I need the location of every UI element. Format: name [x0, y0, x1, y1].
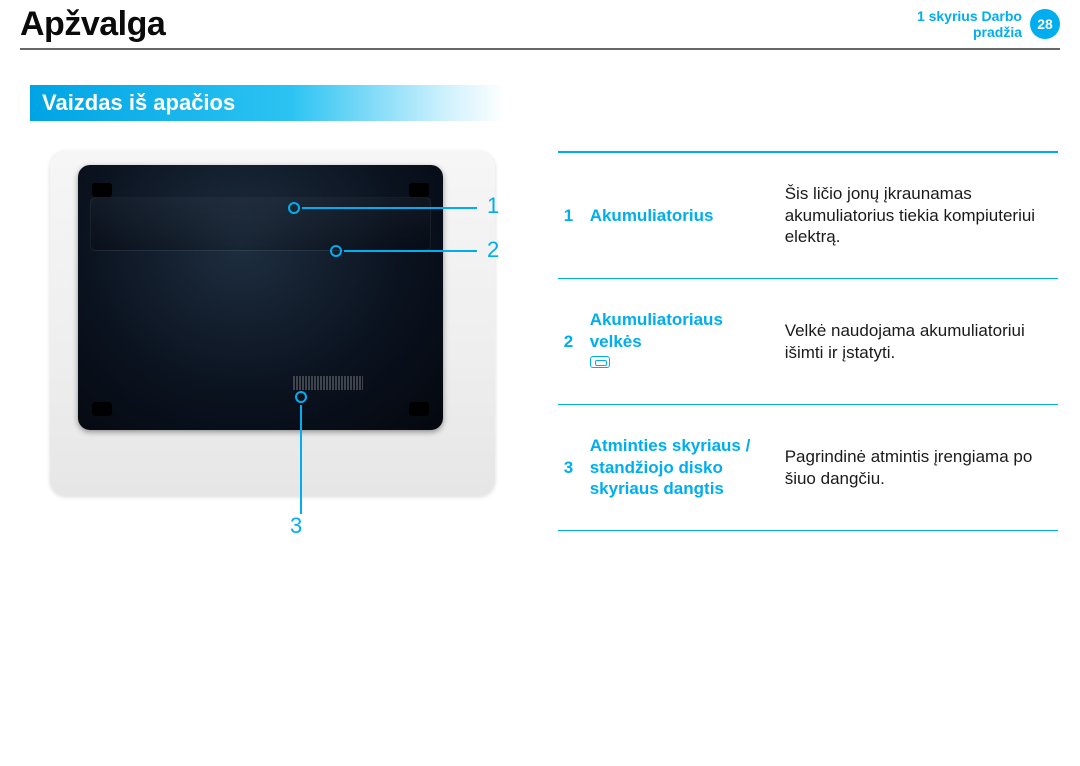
table-row: 2 Akumuliatoriaus velkės Velkė naudojama…	[558, 279, 1058, 405]
row-term: Akumuliatorius	[584, 152, 779, 279]
chapter-line2: pradžia	[973, 24, 1022, 40]
callout-label-2: 2	[487, 237, 499, 263]
row-desc: Velkė naudojama akumuliatoriui išimti ir…	[779, 279, 1058, 405]
content-row: 1 2 3 1 Akumuliatorius Šis ličio jonų įk…	[0, 141, 1080, 531]
callout-dot-icon	[295, 391, 307, 403]
row-desc: Pagrindinė atmintis įrengiama po šiuo da…	[779, 405, 1058, 531]
callout-line-icon	[300, 405, 302, 514]
table-row: 1 Akumuliatorius Šis ličio jonų įkraunam…	[558, 152, 1058, 279]
page-header: Apžvalga 1 skyrius Darbo pradžia 28	[20, 0, 1060, 50]
callout-label-3: 3	[290, 513, 302, 539]
rubber-foot-icon	[409, 183, 429, 197]
chapter-line1: 1 skyrius Darbo	[917, 8, 1022, 24]
page-title: Apžvalga	[20, 5, 165, 44]
row-number: 3	[558, 405, 584, 531]
laptop-bottom-illustration	[78, 165, 443, 430]
row-number: 2	[558, 279, 584, 405]
chapter-label: 1 skyrius Darbo pradžia	[917, 8, 1022, 40]
callout-dot-icon	[330, 245, 342, 257]
rubber-foot-icon	[409, 402, 429, 416]
row-desc: Šis ličio jonų įkraunamas akumuliatorius…	[779, 152, 1058, 279]
rubber-foot-icon	[92, 183, 112, 197]
row-number: 1	[558, 152, 584, 279]
battery-latch-icon	[590, 356, 610, 368]
callout-line-icon	[344, 250, 477, 252]
callout-line-icon	[302, 207, 477, 209]
page-number-badge: 28	[1030, 9, 1060, 39]
rubber-foot-icon	[92, 402, 112, 416]
barcode-icon	[293, 376, 363, 390]
row-term: Atminties skyriaus / standžiojo disko sk…	[584, 405, 779, 531]
section-subheading: Vaizdas iš apačios	[30, 85, 505, 121]
callout-label-1: 1	[487, 193, 499, 219]
row-term: Akumuliatoriaus velkės	[584, 279, 779, 405]
callout-dot-icon	[288, 202, 300, 214]
bottom-view-figure: 1 2 3	[50, 151, 508, 531]
figure-panel	[50, 151, 495, 496]
row-term-text: Akumuliatoriaus velkės	[590, 310, 723, 351]
chapter-indicator: 1 skyrius Darbo pradžia 28	[917, 8, 1060, 40]
table-row: 3 Atminties skyriaus / standžiojo disko …	[558, 405, 1058, 531]
parts-description-table: 1 Akumuliatorius Šis ličio jonų įkraunam…	[558, 151, 1058, 531]
